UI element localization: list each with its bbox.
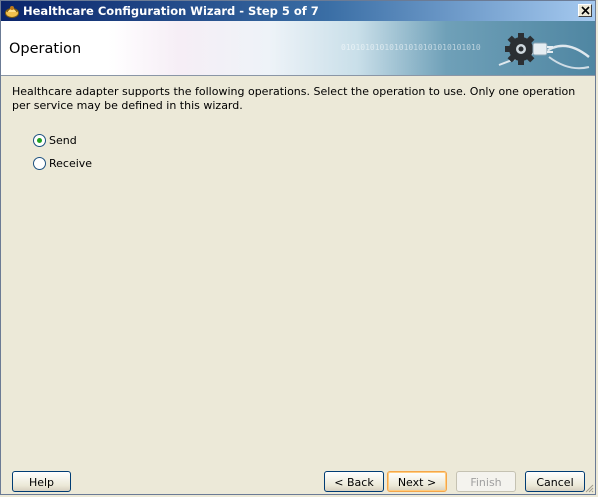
receive-radio-button[interactable] (33, 157, 46, 170)
close-button[interactable] (578, 4, 592, 17)
back-button[interactable]: < Back (324, 471, 384, 492)
next-button[interactable]: Next > (387, 471, 447, 492)
banner-binary-decoration: 0101010101010101010101010101010101010101… (341, 43, 481, 52)
receive-radio-label[interactable]: Receive (49, 157, 92, 170)
send-radio-label[interactable]: Send (49, 134, 77, 147)
finish-button[interactable]: Finish (456, 471, 516, 492)
wizard-dialog: Healthcare Configuration Wizard - Step 5… (0, 0, 596, 495)
title-bar[interactable]: Healthcare Configuration Wizard - Step 5… (1, 1, 595, 21)
close-icon (581, 6, 590, 15)
description-text: Healthcare adapter supports the followin… (12, 85, 576, 112)
window-title: Healthcare Configuration Wizard - Step 5… (23, 4, 319, 18)
wizard-app-icon (4, 3, 20, 19)
help-button[interactable]: Help (12, 471, 71, 492)
page-title: Operation (9, 41, 82, 57)
wizard-banner: Operation 010101010101010101010101010101… (1, 21, 595, 76)
cancel-button[interactable]: Cancel (525, 471, 585, 492)
resize-grip-icon[interactable] (584, 483, 594, 493)
send-radio-button[interactable] (33, 134, 46, 147)
gear-plug-icon (498, 33, 590, 70)
